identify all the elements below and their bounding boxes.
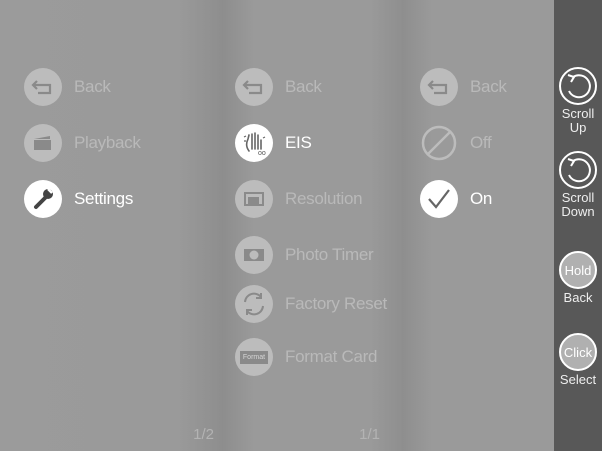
playback-icon — [24, 124, 62, 162]
settings-item-factory-reset[interactable]: Factory Reset — [235, 284, 387, 324]
menu-item-label: Playback — [74, 133, 141, 152]
eis-option-label: On — [470, 189, 493, 208]
click-select-label: Select — [559, 372, 597, 387]
settings-item-label: Back — [285, 77, 322, 96]
back-arrow-icon — [420, 68, 458, 106]
wrench-icon — [24, 180, 62, 218]
back-arrow-icon — [235, 68, 273, 106]
main-menu-panel: Back Playback Settings 1/2 — [0, 0, 222, 451]
settings-item-label: Factory Reset — [285, 294, 387, 313]
format-card-icon-text: Format — [239, 350, 269, 364]
eis-option-on[interactable]: On — [420, 179, 492, 219]
scroll-up-label: Scroll Up — [561, 106, 595, 135]
format-card-icon: Format — [235, 338, 273, 376]
settings-item-label: EIS — [285, 133, 312, 152]
back-arrow-icon — [24, 68, 62, 106]
hold-back-button[interactable]: Hold Back — [554, 251, 602, 305]
settings-item-format-card[interactable]: Format Format Card — [235, 337, 377, 377]
scroll-down-label: Scroll Down — [561, 190, 595, 219]
prohibited-icon — [420, 124, 458, 162]
settings-menu-panel: Back oo EIS Resolution Photo Timer Facto… — [222, 0, 402, 451]
factory-reset-icon — [235, 285, 273, 323]
eis-option-label: Back — [470, 77, 507, 96]
shaking-hand-icon: oo — [235, 124, 273, 162]
settings-item-photo-timer[interactable]: Photo Timer — [235, 235, 374, 275]
eis-option-off[interactable]: Off — [420, 123, 492, 163]
checkmark-icon — [420, 180, 458, 218]
page-indicator: 1/1 — [359, 426, 380, 443]
settings-item-eis[interactable]: oo EIS — [235, 123, 312, 163]
settings-item-label: Resolution — [285, 189, 363, 208]
click-select-button[interactable]: Click Select — [554, 333, 602, 387]
resolution-icon — [235, 180, 273, 218]
rotate-arrow-icon — [559, 151, 597, 189]
eis-options-panel: Back Off On — [402, 0, 554, 451]
menu-item-label: Settings — [74, 189, 134, 208]
menu-item-back[interactable]: Back — [24, 67, 111, 107]
photo-timer-icon — [235, 236, 273, 274]
rotate-arrow-icon — [559, 67, 597, 105]
menu-item-label: Back — [74, 77, 111, 96]
scroll-down-button[interactable]: Scroll Down — [554, 151, 602, 219]
settings-item-resolution[interactable]: Resolution — [235, 179, 363, 219]
svg-text:oo: oo — [258, 150, 266, 157]
page-indicator: 1/2 — [193, 426, 214, 443]
menu-item-playback[interactable]: Playback — [24, 123, 141, 163]
settings-item-back[interactable]: Back — [235, 67, 322, 107]
eis-option-back[interactable]: Back — [420, 67, 507, 107]
settings-item-label: Format Card — [285, 347, 378, 366]
hold-back-label: Back — [563, 290, 593, 305]
control-hint-rail: Scroll Up Scroll Down Hold Back Click Se… — [554, 0, 602, 451]
scroll-up-button[interactable]: Scroll Up — [554, 67, 602, 135]
menu-item-settings[interactable]: Settings — [24, 179, 133, 219]
eis-option-label: Off — [470, 133, 492, 152]
settings-item-label: Photo Timer — [285, 245, 374, 264]
click-circle: Click — [559, 333, 597, 371]
hold-circle: Hold — [559, 251, 597, 289]
